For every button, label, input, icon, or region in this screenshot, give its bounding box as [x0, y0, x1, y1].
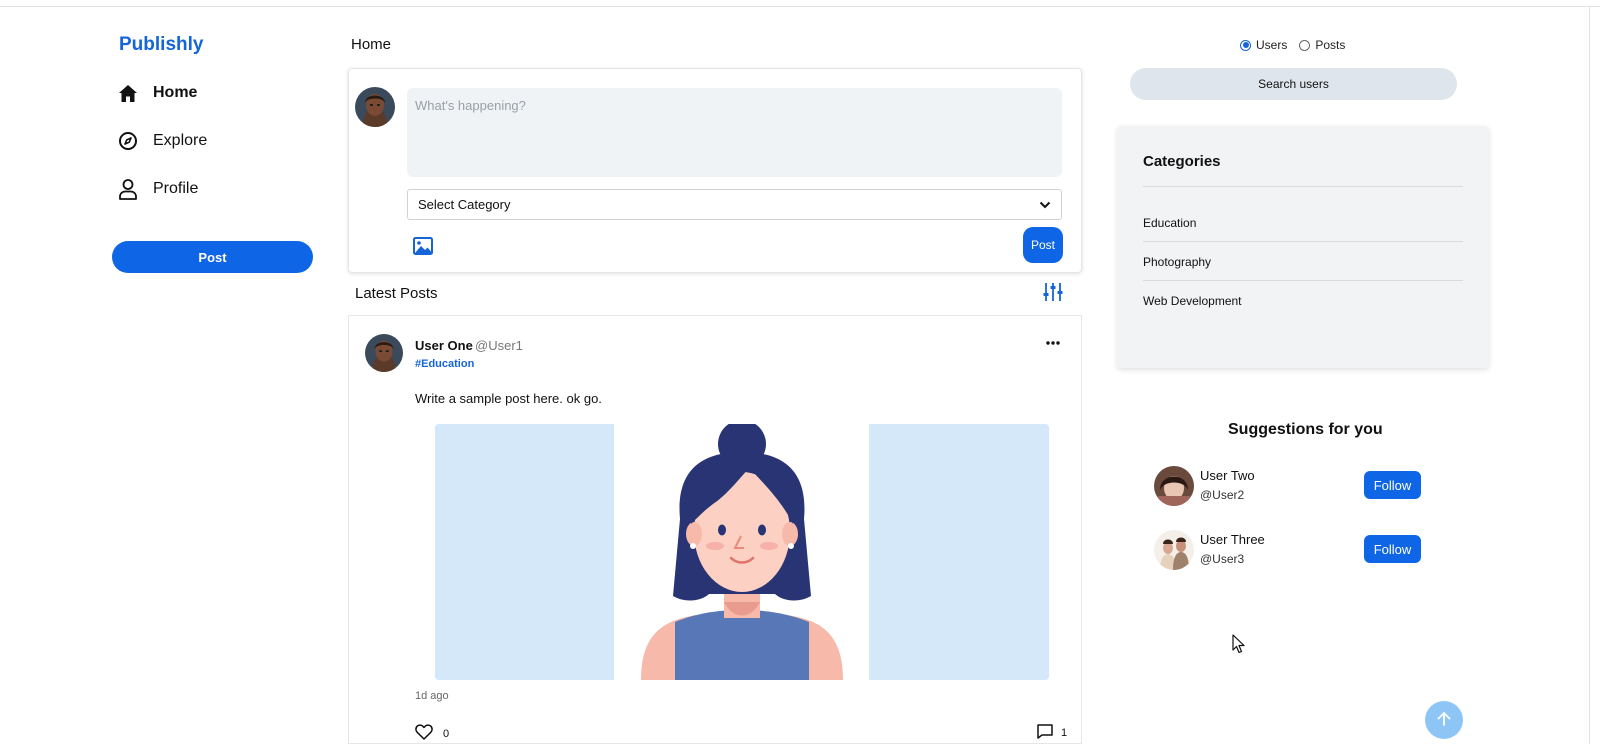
suggestion-avatar[interactable]: [1154, 466, 1194, 506]
post-author-handle[interactable]: @User1: [475, 338, 523, 353]
composer-input[interactable]: [407, 88, 1062, 177]
composer: Select Category Post: [348, 68, 1082, 273]
scroll-to-top-button[interactable]: [1425, 701, 1463, 739]
category-select[interactable]: Select Category: [407, 189, 1062, 220]
category-item-education[interactable]: Education: [1143, 216, 1463, 242]
post-category-tag[interactable]: #Education: [415, 358, 474, 370]
suggestion-name[interactable]: User Three: [1200, 532, 1265, 547]
post-body: Write a sample post here. ok go.: [415, 391, 602, 406]
brand-logo[interactable]: Publishly: [119, 34, 203, 56]
like-button[interactable]: 0: [415, 724, 449, 743]
suggestion-handle: @User3: [1200, 552, 1245, 566]
radio-users-label: Users: [1256, 38, 1288, 52]
filter-icon[interactable]: [1043, 281, 1063, 303]
scrollbar-track: [1589, 6, 1590, 744]
sidebar-post-button[interactable]: Post: [112, 241, 313, 273]
post-author-avatar[interactable]: [365, 334, 403, 372]
page-title: Home: [351, 36, 392, 53]
suggestion-item: User Three @User3 Follow: [1154, 530, 1424, 570]
categories-divider: [1143, 186, 1463, 187]
feed-title: Latest Posts: [355, 285, 438, 302]
mouse-cursor-icon: [1232, 634, 1246, 654]
top-border: [0, 6, 1600, 7]
more-options-icon[interactable]: [1045, 334, 1061, 345]
post-image[interactable]: [435, 424, 1049, 680]
suggestion-item: User Two @User2 Follow: [1154, 466, 1424, 506]
suggestion-name[interactable]: User Two: [1200, 468, 1255, 483]
nav-item-home[interactable]: Home: [117, 82, 197, 104]
follow-button[interactable]: Follow: [1364, 535, 1421, 563]
composer-avatar[interactable]: [355, 87, 395, 127]
home-icon: [117, 82, 139, 104]
post-author-name[interactable]: User One: [415, 338, 473, 353]
post-card: User One @User1 #Education Write a sampl…: [348, 315, 1082, 744]
suggestions-title: Suggestions for you: [1228, 421, 1383, 438]
search-type-radio-group: Users Posts: [1240, 38, 1345, 52]
post-timestamp: 1d ago: [415, 690, 449, 702]
nav-item-profile[interactable]: Profile: [117, 178, 198, 200]
suggestion-handle: @User2: [1200, 488, 1245, 502]
follow-button[interactable]: Follow: [1364, 471, 1421, 499]
comment-button[interactable]: 1: [1037, 724, 1067, 742]
like-count: 0: [443, 727, 450, 740]
heart-icon: [415, 724, 433, 743]
radio-users[interactable]: Users: [1240, 38, 1287, 52]
nav-label-profile: Profile: [153, 180, 199, 197]
radio-posts[interactable]: Posts: [1299, 38, 1345, 52]
comment-count: 1: [1061, 727, 1068, 739]
nav-label-home: Home: [153, 84, 198, 101]
radio-posts-input[interactable]: [1299, 39, 1311, 51]
suggestion-avatar[interactable]: [1154, 530, 1194, 570]
nav-item-explore[interactable]: Explore: [117, 130, 207, 152]
arrow-up-icon: [1436, 711, 1452, 730]
radio-posts-label: Posts: [1315, 38, 1346, 52]
category-item-photography[interactable]: Photography: [1143, 255, 1463, 281]
radio-users-input[interactable]: [1240, 39, 1251, 51]
chevron-down-icon: [1039, 197, 1051, 212]
user-icon: [117, 178, 139, 200]
categories-title: Categories: [1143, 153, 1221, 170]
nav-label-explore: Explore: [153, 132, 208, 149]
category-select-value: Select Category: [418, 197, 511, 212]
category-item-web-development[interactable]: Web Development: [1143, 294, 1463, 319]
comment-icon: [1037, 724, 1053, 742]
image-upload-icon[interactable]: [413, 237, 433, 255]
search-users-button[interactable]: Search users: [1130, 68, 1457, 100]
composer-post-button[interactable]: Post: [1023, 227, 1063, 263]
compass-icon: [117, 130, 139, 152]
categories-card: Categories Education Photography Web Dev…: [1117, 126, 1489, 368]
